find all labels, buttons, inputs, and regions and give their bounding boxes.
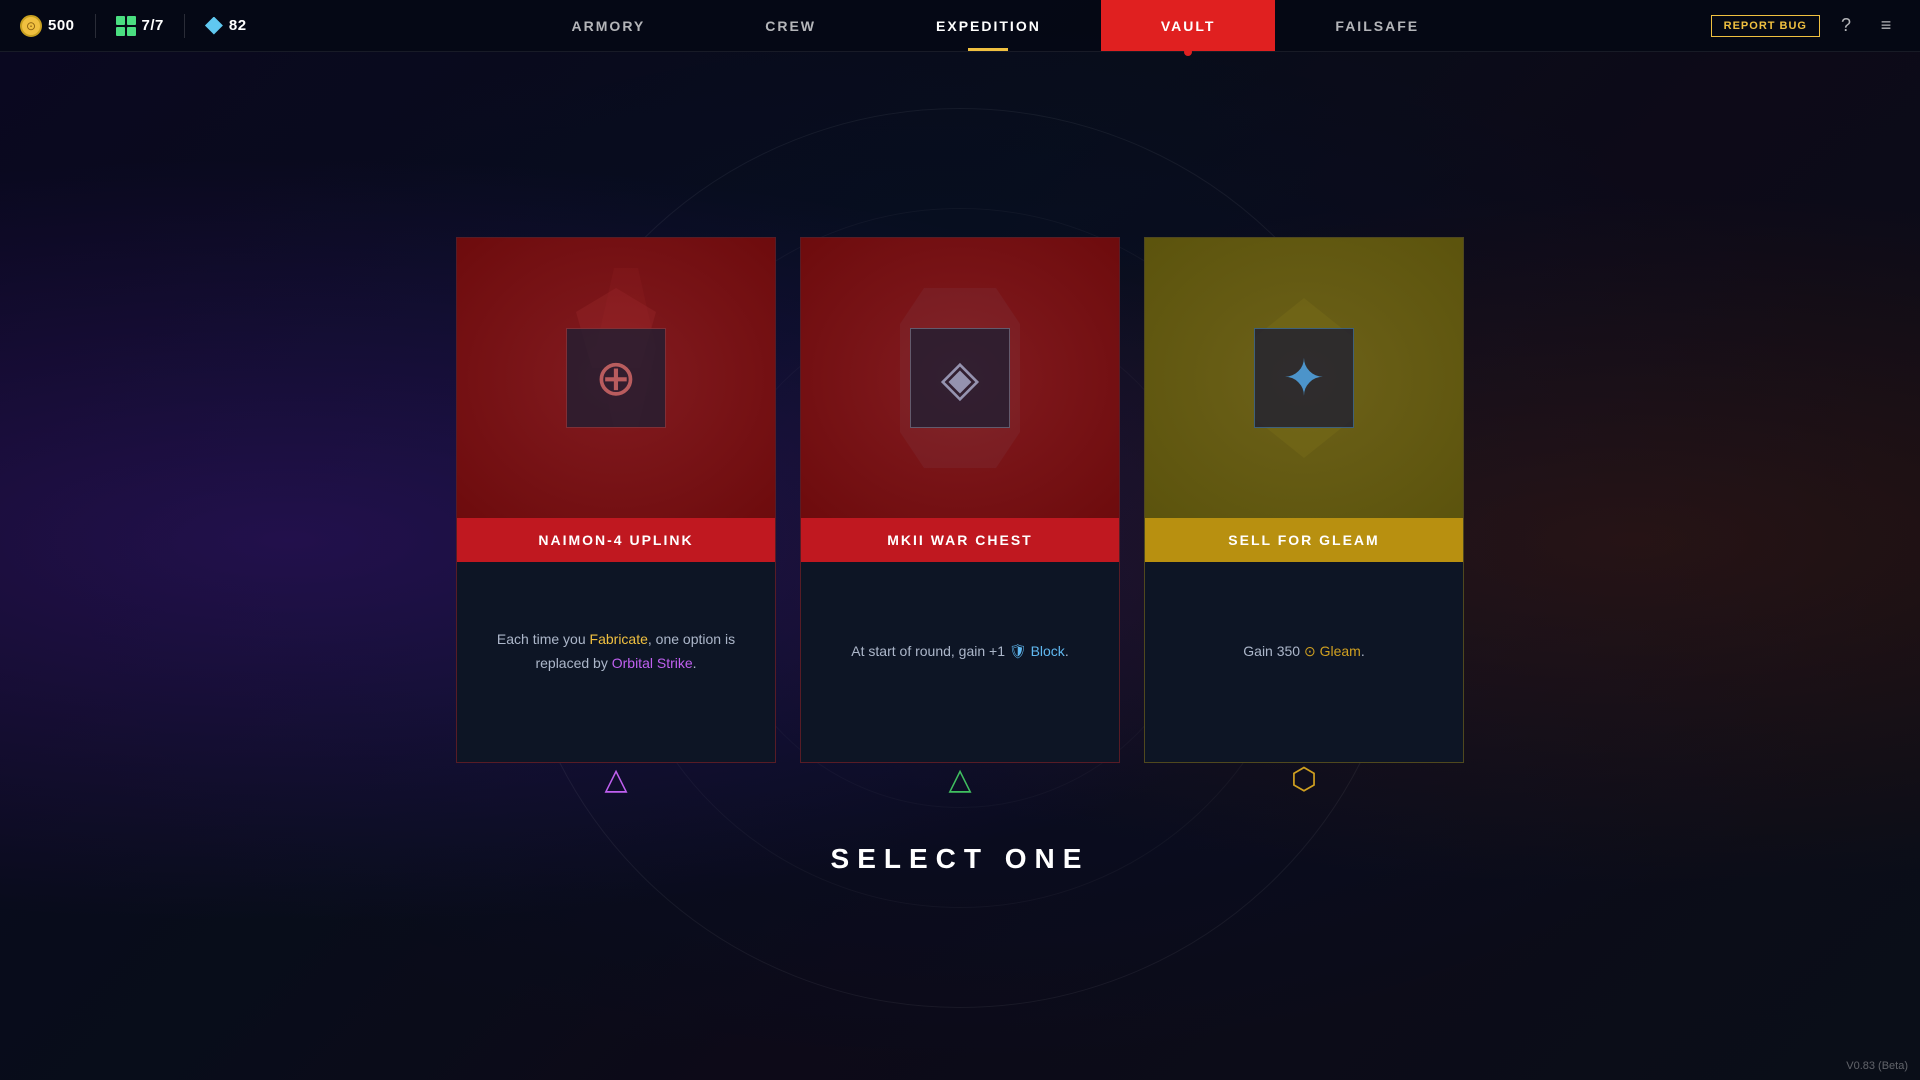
naimon-desc-text: Each time you Fabricate, one option is r… bbox=[496, 628, 736, 676]
mkii-desc-text: At start of round, gain +1 🛡 Block. bbox=[851, 640, 1068, 664]
naimon-desc-1: Each time you bbox=[497, 631, 590, 647]
version-label: V0.83 (Beta) bbox=[1846, 1060, 1908, 1072]
card-mkii-description: At start of round, gain +1 🛡 Block. bbox=[801, 562, 1119, 762]
currency-bar: 500 7/7 82 bbox=[0, 14, 280, 38]
diamond-currency: 82 bbox=[205, 17, 247, 35]
naimon-bottom-icon: △ bbox=[604, 762, 627, 797]
gleam-text-highlight: Gleam bbox=[1316, 643, 1361, 659]
top-navigation: 500 7/7 82 ARMORY CREW EXPEDITION VAULT … bbox=[0, 0, 1920, 52]
main-content: NAIMON-4 UPLINK Each time you Fabricate,… bbox=[0, 52, 1920, 1080]
card-mkii[interactable]: MKII WAR CHEST At start of round, gain +… bbox=[800, 237, 1120, 763]
divider-1 bbox=[95, 14, 96, 38]
hex-gold-icon: ⬡ bbox=[1291, 762, 1317, 797]
mkii-shield-icon: 🛡 bbox=[1009, 643, 1027, 659]
gleam-coin-icon: ⊙ bbox=[1304, 643, 1316, 659]
triangle-purple-icon: △ bbox=[604, 762, 627, 797]
select-one-label: SELECT ONE bbox=[831, 843, 1090, 875]
card-gleam-description: Gain 350 ⊙ Gleam. bbox=[1145, 562, 1463, 762]
nav-tabs: ARMORY CREW EXPEDITION VAULT FAILSAFE bbox=[280, 0, 1711, 51]
report-bug-button[interactable]: REPORT BUG bbox=[1711, 15, 1820, 37]
card-naimon-title: NAIMON-4 UPLINK bbox=[457, 518, 775, 562]
mkii-bottom-icon: △ bbox=[948, 762, 971, 797]
menu-icon[interactable]: ≡ bbox=[1872, 12, 1900, 40]
gold-value: 500 bbox=[48, 17, 75, 34]
naimon-desc-3: . bbox=[693, 655, 697, 671]
diamond-icon bbox=[205, 17, 223, 35]
card-mkii-title: MKII WAR CHEST bbox=[801, 518, 1119, 562]
card-naimon-description: Each time you Fabricate, one option is r… bbox=[457, 562, 775, 762]
mkii-desc-2: . bbox=[1065, 643, 1069, 659]
tab-vault[interactable]: VAULT bbox=[1101, 0, 1276, 51]
tab-failsafe[interactable]: FAILSAFE bbox=[1275, 0, 1479, 51]
naimon-item-icon bbox=[566, 328, 666, 428]
card-gleam-title: SELL FOR GLEAM bbox=[1145, 518, 1463, 562]
gleam-bottom-icon: ⬡ bbox=[1291, 762, 1317, 797]
tab-expedition[interactable]: EXPEDITION bbox=[876, 0, 1101, 51]
grid-currency: 7/7 bbox=[116, 16, 164, 36]
gleam-item-icon bbox=[1254, 328, 1354, 428]
gleam-desc-2: . bbox=[1361, 643, 1365, 659]
help-icon[interactable]: ? bbox=[1832, 12, 1860, 40]
gold-icon bbox=[20, 15, 42, 37]
card-naimon[interactable]: NAIMON-4 UPLINK Each time you Fabricate,… bbox=[456, 237, 776, 763]
triangle-green-icon: △ bbox=[948, 762, 971, 797]
gleam-desc-text: Gain 350 ⊙ Gleam. bbox=[1243, 640, 1364, 664]
card-gleam-image bbox=[1145, 238, 1463, 518]
nav-actions: REPORT BUG ? ≡ bbox=[1711, 12, 1920, 40]
divider-2 bbox=[184, 14, 185, 38]
gleam-desc-1: Gain 350 bbox=[1243, 643, 1304, 659]
naimon-orbital-highlight: Orbital Strike bbox=[612, 655, 693, 671]
mkii-block-highlight: Block bbox=[1027, 643, 1065, 659]
tab-crew[interactable]: CREW bbox=[705, 0, 876, 51]
tab-armory[interactable]: ARMORY bbox=[512, 0, 706, 51]
mkii-desc-1: At start of round, gain +1 bbox=[851, 643, 1009, 659]
mkii-item-icon bbox=[910, 328, 1010, 428]
grid-icon bbox=[116, 16, 136, 36]
card-mkii-image bbox=[801, 238, 1119, 518]
card-gleam[interactable]: SELL FOR GLEAM Gain 350 ⊙ Gleam. ⬡ bbox=[1144, 237, 1464, 763]
cards-container: NAIMON-4 UPLINK Each time you Fabricate,… bbox=[444, 237, 1476, 763]
diamond-value: 82 bbox=[229, 17, 247, 34]
naimon-fabricate-highlight: Fabricate bbox=[590, 631, 648, 647]
grid-value: 7/7 bbox=[142, 17, 164, 34]
card-naimon-image bbox=[457, 238, 775, 518]
gold-currency: 500 bbox=[20, 15, 75, 37]
